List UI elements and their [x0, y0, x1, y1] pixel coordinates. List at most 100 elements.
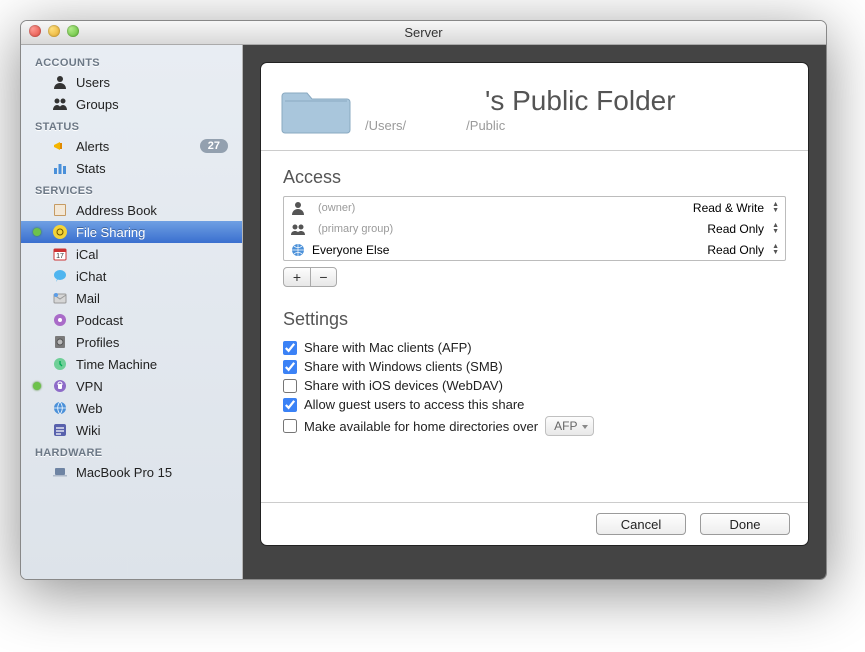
sidebar-item-label: Podcast — [76, 313, 123, 328]
cancel-button[interactable]: Cancel — [596, 513, 686, 535]
access-permission[interactable]: Read & Write▲▼ — [693, 201, 779, 215]
sidebar-item-ichat[interactable]: iChat — [21, 265, 242, 287]
sidebar-section-header: HARDWARE — [21, 441, 242, 461]
add-access-button[interactable]: + — [284, 268, 310, 286]
wiki-icon — [51, 422, 68, 439]
sidebar-item-vpn[interactable]: VPN — [21, 375, 242, 397]
setting-label: Share with Mac clients (AFP) — [304, 340, 472, 355]
access-row[interactable]: (primary group) Read Only▲▼ — [284, 218, 785, 239]
server-window: Server ACCOUNTSUsersGroupsSTATUSAlerts27… — [20, 20, 827, 580]
window-title: Server — [404, 25, 442, 40]
sidebar-item-alerts[interactable]: Alerts 27 — [21, 135, 242, 157]
vpn-icon — [51, 378, 68, 395]
sidebar-item-address-book[interactable]: Address Book — [21, 199, 242, 221]
share-path: /Users//Public — [365, 118, 676, 133]
sidebar-item-macbook-pro-15[interactable]: MacBook Pro 15 — [21, 461, 242, 483]
group-silhouette-icon — [290, 221, 306, 237]
setting-checkbox[interactable] — [283, 379, 297, 393]
setting-checkbox[interactable] — [283, 360, 297, 374]
sidebar-item-label: Time Machine — [76, 357, 157, 372]
sidebar-item-label: Address Book — [76, 203, 157, 218]
permission-stepper-icon[interactable]: ▲▼ — [772, 223, 779, 235]
done-button[interactable]: Done — [700, 513, 790, 535]
filesharing-icon — [51, 224, 68, 241]
setting-checkbox[interactable] — [283, 341, 297, 355]
zoom-window-button[interactable] — [67, 25, 79, 37]
sidebar-item-ical[interactable]: 17iCal — [21, 243, 242, 265]
close-window-button[interactable] — [29, 25, 41, 37]
home-dir-protocol-select[interactable]: AFP — [545, 416, 594, 436]
setting-row: Share with Mac clients (AFP) — [283, 338, 786, 357]
setting-row: Share with iOS devices (WebDAV) — [283, 376, 786, 395]
minimize-window-button[interactable] — [48, 25, 60, 37]
bars-icon — [51, 160, 68, 177]
panel-header: 's Public Folder /Users//Public — [261, 63, 808, 151]
sidebar-item-stats[interactable]: Stats — [21, 157, 242, 179]
podcast-icon — [51, 312, 68, 329]
sidebar-item-profiles[interactable]: Profiles — [21, 331, 242, 353]
sidebar-item-label: Profiles — [76, 335, 119, 350]
setting-label: Allow guest users to access this share — [304, 397, 524, 412]
user-icon — [51, 74, 68, 91]
sidebar-item-label: Groups — [76, 97, 119, 112]
settings-heading: Settings — [283, 309, 786, 330]
mail-icon — [51, 290, 68, 307]
macbook-icon — [51, 464, 68, 481]
setting-label: Share with iOS devices (WebDAV) — [304, 378, 503, 393]
sidebar-item-label: Wiki — [76, 423, 101, 438]
setting-label: Share with Windows clients (SMB) — [304, 359, 503, 374]
sidebar-item-file-sharing[interactable]: File Sharing — [21, 221, 242, 243]
access-meta: (primary group) — [318, 223, 559, 235]
access-list[interactable]: (owner) Read & Write▲▼ (primary group) Read… — [283, 196, 786, 261]
sidebar-item-label: Mail — [76, 291, 100, 306]
setting-checkbox[interactable] — [283, 419, 297, 433]
sidebar-section-header: ACCOUNTS — [21, 51, 242, 71]
sidebar-item-label: iChat — [76, 269, 106, 284]
sidebar: ACCOUNTSUsersGroupsSTATUSAlerts27StatsSE… — [21, 45, 243, 579]
setting-checkbox[interactable] — [283, 398, 297, 412]
sidebar-item-label: Alerts — [76, 139, 109, 154]
setting-label: Make available for home directories over — [304, 419, 538, 434]
sidebar-item-label: VPN — [76, 379, 103, 394]
content-area: 's Public Folder /Users//Public Access (… — [243, 45, 826, 579]
sidebar-item-mail[interactable]: Mail — [21, 287, 242, 309]
access-row[interactable]: Everyone Else Read Only▲▼ — [284, 239, 785, 260]
sidebar-item-groups[interactable]: Groups — [21, 93, 242, 115]
timemachine-icon — [51, 356, 68, 373]
sidebar-item-label: MacBook Pro 15 — [76, 465, 172, 480]
setting-row: Share with Windows clients (SMB) — [283, 357, 786, 376]
access-permission[interactable]: Read Only▲▼ — [707, 243, 779, 257]
remove-access-button[interactable]: − — [310, 268, 336, 286]
access-permission[interactable]: Read Only▲▼ — [707, 222, 779, 236]
web-icon — [51, 400, 68, 417]
user-silhouette-icon — [290, 200, 306, 216]
permission-stepper-icon[interactable]: ▲▼ — [772, 202, 779, 214]
sidebar-item-podcast[interactable]: Podcast — [21, 309, 242, 331]
setting-row: Allow guest users to access this share — [283, 395, 786, 414]
addressbook-icon — [51, 202, 68, 219]
sidebar-item-users[interactable]: Users — [21, 71, 242, 93]
access-name: Everyone Else — [312, 243, 389, 257]
share-point-panel: 's Public Folder /Users//Public Access (… — [261, 63, 808, 545]
access-meta: (owner) — [318, 202, 559, 214]
access-row[interactable]: (owner) Read & Write▲▼ — [284, 197, 785, 218]
profiles-icon — [51, 334, 68, 351]
access-add-remove: + − — [283, 267, 337, 287]
globe-icon — [290, 242, 306, 258]
sidebar-item-label: Web — [76, 401, 103, 416]
sidebar-item-label: Users — [76, 75, 110, 90]
sidebar-item-web[interactable]: Web — [21, 397, 242, 419]
megaphone-icon — [51, 138, 68, 155]
setting-row: Make available for home directories over… — [283, 414, 786, 438]
sidebar-item-time-machine[interactable]: Time Machine — [21, 353, 242, 375]
access-heading: Access — [283, 167, 786, 188]
share-title: 's Public Folder — [365, 85, 676, 117]
sidebar-item-wiki[interactable]: Wiki — [21, 419, 242, 441]
status-dot — [33, 382, 41, 390]
sidebar-section-header: SERVICES — [21, 179, 242, 199]
sidebar-item-label: File Sharing — [76, 225, 145, 240]
permission-stepper-icon[interactable]: ▲▼ — [772, 244, 779, 256]
alerts-badge: 27 — [200, 139, 228, 153]
ichat-icon — [51, 268, 68, 285]
sidebar-item-label: Stats — [76, 161, 106, 176]
